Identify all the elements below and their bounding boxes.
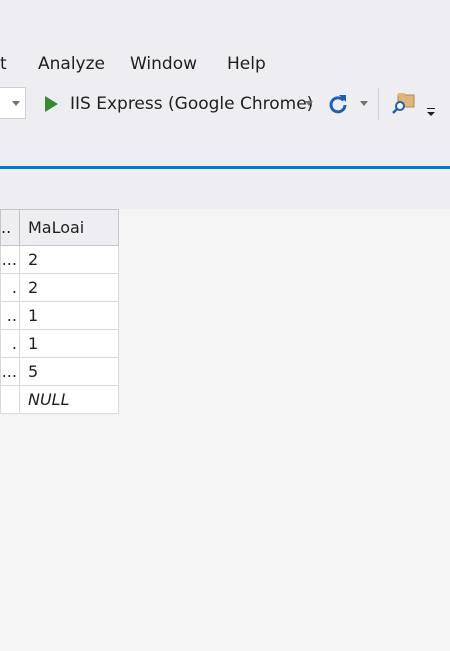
run-target-dropdown-icon[interactable] [305, 101, 313, 106]
maloai-cell[interactable]: 2 [18, 245, 120, 274]
table-row[interactable]: ... 5 [0, 357, 120, 386]
truncated-cell[interactable]: .. [0, 301, 20, 330]
menu-item-help[interactable]: Help [227, 52, 266, 76]
run-target-label: IIS Express (Google Chrome) [70, 94, 314, 114]
maloai-cell-null[interactable]: NULL [18, 385, 120, 414]
ide-chrome: t Analyze Window Help IIS Express (Googl… [0, 0, 450, 209]
solution-config-dropdown[interactable] [0, 87, 26, 119]
truncated-cell[interactable] [0, 385, 20, 414]
menu-item-analyze[interactable]: Analyze [38, 52, 105, 76]
column-header-truncated[interactable]: .. [0, 209, 20, 246]
find-in-files-button[interactable] [391, 91, 417, 115]
play-icon [45, 96, 58, 112]
toolbar-overflow-icon [427, 108, 435, 109]
maloai-cell[interactable]: 1 [18, 301, 120, 330]
refresh-icon [329, 95, 347, 114]
refresh-dropdown-icon[interactable] [360, 101, 368, 106]
toolbar-separator [378, 88, 379, 120]
truncated-cell[interactable]: . [0, 273, 20, 302]
grid-header-row: .. MaLoai [0, 209, 120, 246]
table-row[interactable]: .. 1 [0, 301, 120, 330]
menu-item-partial[interactable]: t [0, 52, 7, 76]
maloai-cell[interactable]: 2 [18, 273, 120, 302]
truncated-cell[interactable]: . [0, 329, 20, 358]
maloai-cell[interactable]: 1 [18, 329, 120, 358]
table-row[interactable]: . 2 [0, 273, 120, 302]
chevron-down-icon [12, 101, 20, 106]
active-tab-accent-line [0, 166, 450, 169]
menu-item-window[interactable]: Window [130, 52, 197, 76]
truncated-cell[interactable]: ... [0, 245, 20, 274]
truncated-cell[interactable]: ... [0, 357, 20, 386]
find-in-files-icon [392, 93, 415, 114]
results-grid: .. MaLoai ... 2 . 2 .. 1 . 1 ... 5 NULL [0, 209, 120, 414]
table-row[interactable]: . 1 [0, 329, 120, 358]
refresh-button[interactable] [326, 92, 350, 116]
run-button[interactable]: IIS Express (Google Chrome) [38, 90, 313, 118]
column-header-maloai[interactable]: MaLoai [18, 209, 120, 246]
toolbar-overflow-button[interactable] [425, 108, 437, 120]
maloai-cell[interactable]: 5 [18, 357, 120, 386]
table-row[interactable]: NULL [0, 385, 120, 414]
table-row[interactable]: ... 2 [0, 245, 120, 274]
